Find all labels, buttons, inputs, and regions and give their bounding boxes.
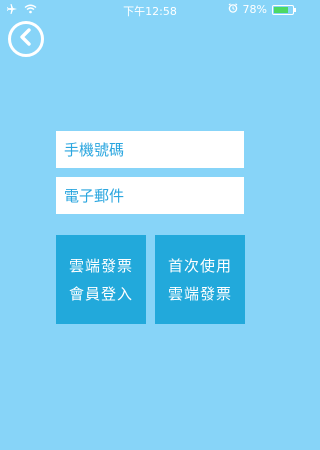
first-time-use-button[interactable]: 首次使用 雲端發票: [155, 235, 245, 324]
phone-field[interactable]: 手機號碼: [56, 131, 244, 168]
first-time-label-line2: 雲端發票: [167, 284, 232, 303]
chevron-left-icon: [18, 28, 34, 50]
status-right: 78%: [228, 3, 296, 16]
member-login-label-line1: 雲端發票: [68, 256, 133, 275]
back-button[interactable]: [8, 21, 44, 57]
battery-percent: 78%: [242, 3, 267, 16]
phone-placeholder: 手機號碼: [64, 141, 125, 159]
first-time-label-line1: 首次使用: [167, 256, 232, 275]
battery-icon: [272, 4, 296, 15]
alarm-icon: [228, 3, 238, 16]
email-field[interactable]: 電子郵件: [56, 177, 244, 214]
battery-fill: [274, 6, 288, 13]
email-placeholder: 電子郵件: [64, 187, 125, 205]
status-bar: 下午12:58 78%: [0, 0, 300, 20]
member-login-label-line2: 會員登入: [68, 284, 133, 303]
member-login-button[interactable]: 雲端發票 會員登入: [56, 235, 146, 324]
